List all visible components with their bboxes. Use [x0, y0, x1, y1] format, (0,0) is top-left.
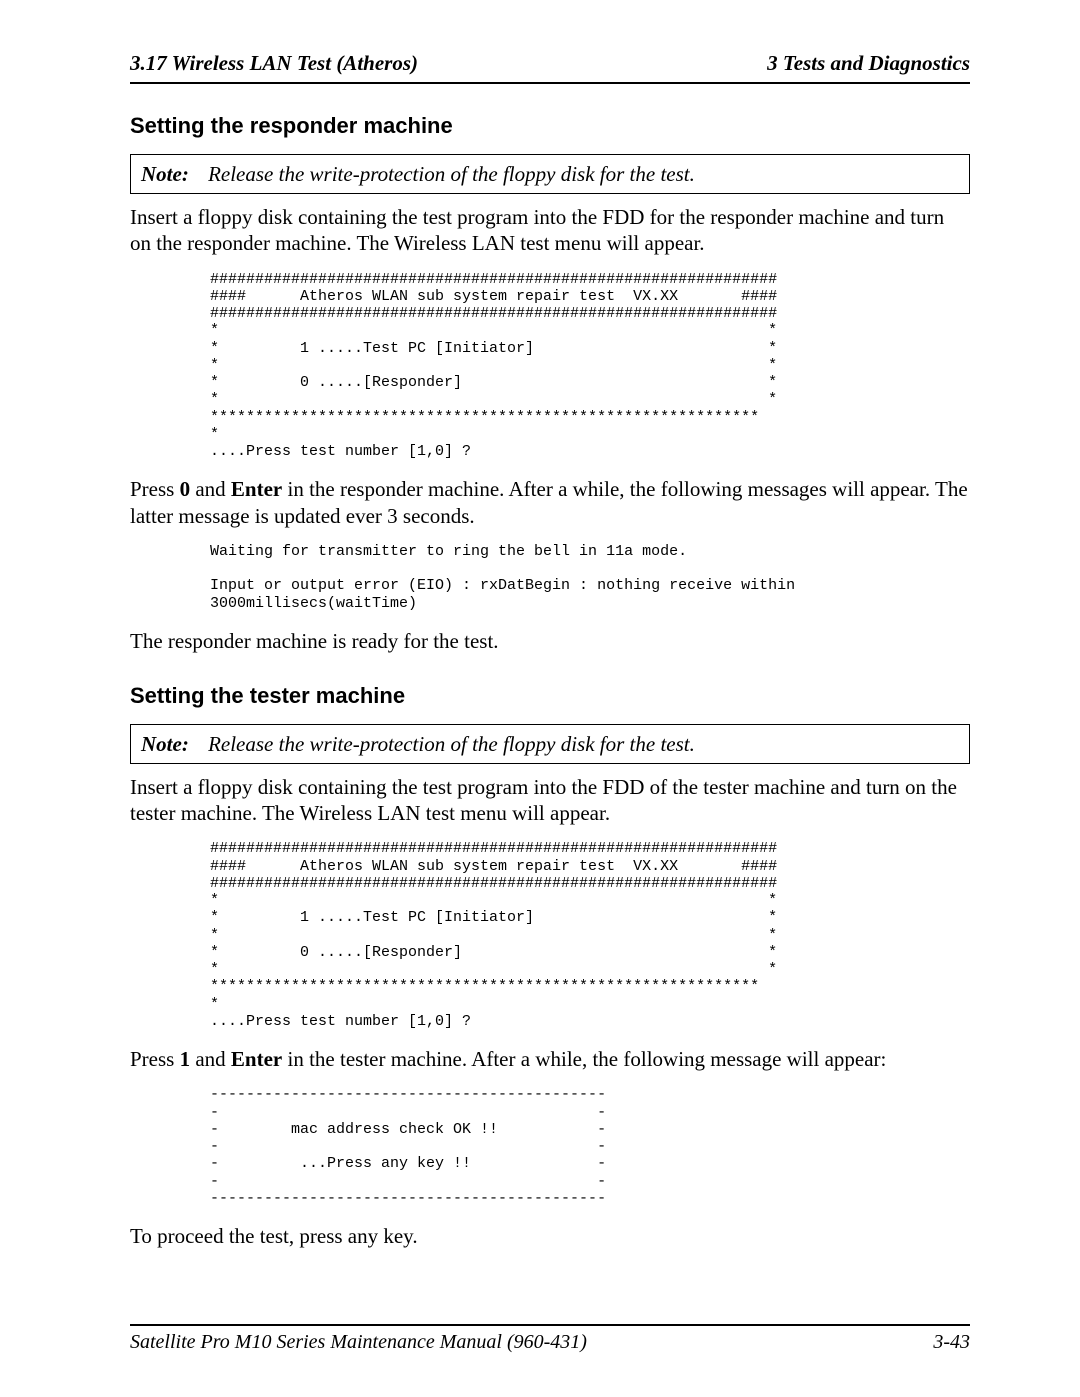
note-box-responder: Note: Release the write-protection of th…: [130, 154, 970, 194]
text-fragment: Press: [130, 1047, 180, 1071]
page-footer: Satellite Pro M10 Series Maintenance Man…: [130, 1324, 970, 1355]
footer-rule: [130, 1324, 970, 1326]
note-text: Release the write-protection of the flop…: [208, 732, 695, 756]
header-right: 3 Tests and Diagnostics: [767, 50, 970, 76]
text-fragment: Press: [130, 477, 180, 501]
footer-left: Satellite Pro M10 Series Maintenance Man…: [130, 1330, 587, 1355]
key-enter: Enter: [231, 477, 282, 501]
responder-press-paragraph: Press 0 and Enter in the responder machi…: [130, 476, 970, 529]
tester-proceed-paragraph: To proceed the test, press any key.: [130, 1223, 970, 1249]
note-label: Note:: [141, 732, 189, 756]
key-one: 1: [180, 1047, 191, 1071]
key-enter: Enter: [231, 1047, 282, 1071]
note-text: Release the write-protection of the flop…: [208, 162, 695, 186]
page: { "header": { "left": "3.17 Wireless LAN…: [0, 0, 1080, 1397]
tester-press-paragraph: Press 1 and Enter in the tester machine.…: [130, 1046, 970, 1072]
header-left: 3.17 Wireless LAN Test (Atheros): [130, 50, 418, 76]
header-rule: [130, 82, 970, 84]
tester-output-code: ----------------------------------------…: [210, 1086, 970, 1207]
responder-ready-paragraph: The responder machine is ready for the t…: [130, 628, 970, 654]
text-fragment: in the tester machine. After a while, th…: [282, 1047, 886, 1071]
page-header: 3.17 Wireless LAN Test (Atheros) 3 Tests…: [130, 50, 970, 76]
responder-output-code: Waiting for transmitter to ring the bell…: [210, 543, 970, 612]
section-title-tester: Setting the tester machine: [130, 682, 970, 710]
tester-menu-code: ########################################…: [210, 840, 970, 1030]
note-box-tester: Note: Release the write-protection of th…: [130, 724, 970, 764]
text-fragment: and: [190, 1047, 231, 1071]
section-title-responder: Setting the responder machine: [130, 112, 970, 140]
footer-right: 3-43: [933, 1330, 970, 1355]
text-fragment: and: [190, 477, 231, 501]
responder-intro-paragraph: Insert a floppy disk containing the test…: [130, 204, 970, 257]
key-zero: 0: [180, 477, 191, 501]
responder-menu-code: ########################################…: [210, 271, 970, 461]
tester-intro-paragraph: Insert a floppy disk containing the test…: [130, 774, 970, 827]
note-label: Note:: [141, 162, 189, 186]
